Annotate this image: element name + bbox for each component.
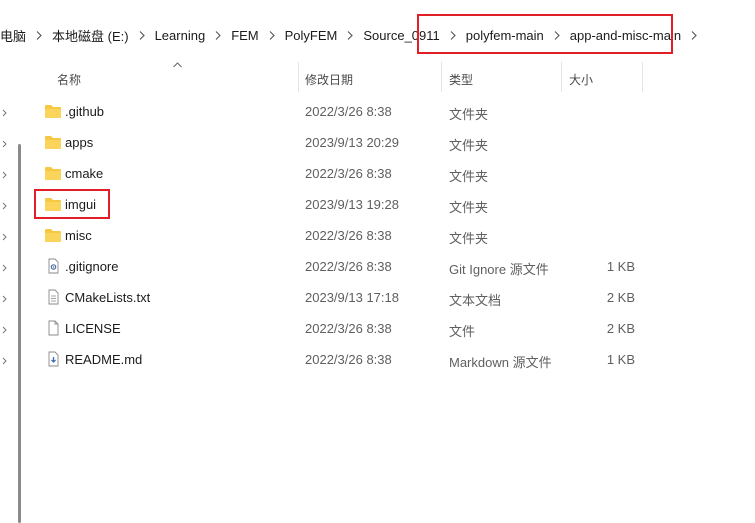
file-type: 文件夹 [449,138,489,153]
breadcrumb-item[interactable]: Source_0911 [361,28,441,43]
file-size: 2 KB [606,321,635,336]
file-list: .github 2022/3/26 8:38 文件夹 apps 2023/9/1… [28,96,755,375]
breadcrumb: 电脑 本地磁盘 (E:) Learning FEM PolyFEM Source… [0,18,755,52]
file-row[interactable]: LICENSE 2022/3/26 8:38 文件 2 KB [28,313,755,344]
folder-icon [45,229,61,242]
file-size: 2 KB [606,290,635,305]
file-date: 2023/9/13 20:29 [305,135,399,150]
file-type: Markdown 源文件 [449,355,552,370]
folder-icon [45,105,61,118]
chevron-right-icon[interactable] [2,295,7,303]
chevron-right-icon[interactable] [2,264,7,272]
markdown-file-icon [48,351,59,367]
breadcrumb-item[interactable]: polyfem-main [464,28,546,43]
file-row[interactable]: CMakeLists.txt 2023/9/13 17:18 文本文档 2 KB [28,282,755,313]
text-file-icon [48,289,59,305]
file-row[interactable]: cmake 2022/3/26 8:38 文件夹 [28,158,755,189]
column-divider[interactable] [642,62,643,92]
folder-icon [45,167,61,180]
chevron-right-icon[interactable] [28,30,50,40]
breadcrumb-item[interactable]: 电脑 [0,26,28,45]
file-type: 文本文档 [449,293,502,308]
folder-icon [45,198,61,211]
breadcrumb-item[interactable]: 本地磁盘 (E:) [50,26,131,45]
chevron-right-icon[interactable] [2,326,7,334]
file-name: LICENSE [65,321,121,336]
chevron-right-icon[interactable] [2,233,7,241]
file-name: apps [65,135,94,150]
column-header-size[interactable]: 大小 [569,71,593,88]
config-file-icon [48,258,59,274]
file-row[interactable]: .gitignore 2022/3/26 8:38 Git Ignore 源文件… [28,251,755,282]
column-divider[interactable] [561,62,562,92]
column-header-type[interactable]: 类型 [449,71,473,88]
chevron-right-icon[interactable] [339,30,361,40]
file-name: misc [65,228,92,243]
chevron-right-icon[interactable] [261,30,283,40]
folder-icon [45,136,61,149]
file-type: Git Ignore 源文件 [449,262,549,277]
file-type: 文件夹 [449,107,489,122]
file-name: .gitignore [65,259,119,274]
file-date: 2022/3/26 8:38 [305,104,392,119]
file-name: .github [65,104,105,119]
column-header-row: 名称 修改日期 类型 大小 [28,62,755,92]
file-row[interactable]: apps 2023/9/13 20:29 文件夹 [28,127,755,158]
chevron-right-icon[interactable] [2,140,7,148]
file-type: 文件夹 [449,231,489,246]
chevron-right-icon[interactable] [2,202,7,210]
file-row[interactable]: misc 2022/3/26 8:38 文件夹 [28,220,755,251]
column-divider[interactable] [441,62,442,92]
chevron-right-icon[interactable] [2,357,7,365]
file-type: 文件夹 [449,169,489,184]
file-date: 2022/3/26 8:38 [305,321,392,336]
chevron-right-icon[interactable] [2,109,7,117]
file-name: cmake [65,166,104,181]
file-name: CMakeLists.txt [65,290,151,305]
file-date: 2023/9/13 17:18 [305,290,399,305]
file-row[interactable]: .github 2022/3/26 8:38 文件夹 [28,96,755,127]
column-header-name[interactable]: 名称 [57,71,81,88]
file-date: 2022/3/26 8:38 [305,228,392,243]
sort-ascending-icon [173,62,182,68]
file-date: 2022/3/26 8:38 [305,166,392,181]
scrollbar-thumb[interactable] [18,144,21,523]
chevron-right-icon[interactable] [2,171,7,179]
file-date: 2022/3/26 8:38 [305,259,392,274]
file-date: 2022/3/26 8:38 [305,352,392,367]
chevron-right-icon[interactable] [131,30,153,40]
column-header-date[interactable]: 修改日期 [305,71,353,88]
breadcrumb-item[interactable]: PolyFEM [283,28,340,43]
chevron-right-icon[interactable] [442,30,464,40]
chevron-right-icon[interactable] [683,30,705,40]
column-divider[interactable] [298,62,299,92]
chevron-right-icon[interactable] [546,30,568,40]
breadcrumb-item[interactable]: Learning [153,28,208,43]
scrollbar[interactable] [18,64,24,523]
chevron-right-icon[interactable] [207,30,229,40]
file-date: 2023/9/13 19:28 [305,197,399,212]
breadcrumb-item[interactable]: app-and-misc-main [568,28,683,43]
file-name: imgui [65,197,97,212]
file-icon [48,320,59,336]
file-row[interactable]: imgui 2023/9/13 19:28 文件夹 [28,189,755,220]
breadcrumb-item[interactable]: FEM [229,28,260,43]
file-name: README.md [65,352,143,367]
file-type: 文件夹 [449,200,489,215]
file-size: 1 KB [606,352,635,367]
file-row[interactable]: README.md 2022/3/26 8:38 Markdown 源文件 1 … [28,344,755,375]
file-size: 1 KB [606,259,635,274]
file-type: 文件 [449,324,476,339]
